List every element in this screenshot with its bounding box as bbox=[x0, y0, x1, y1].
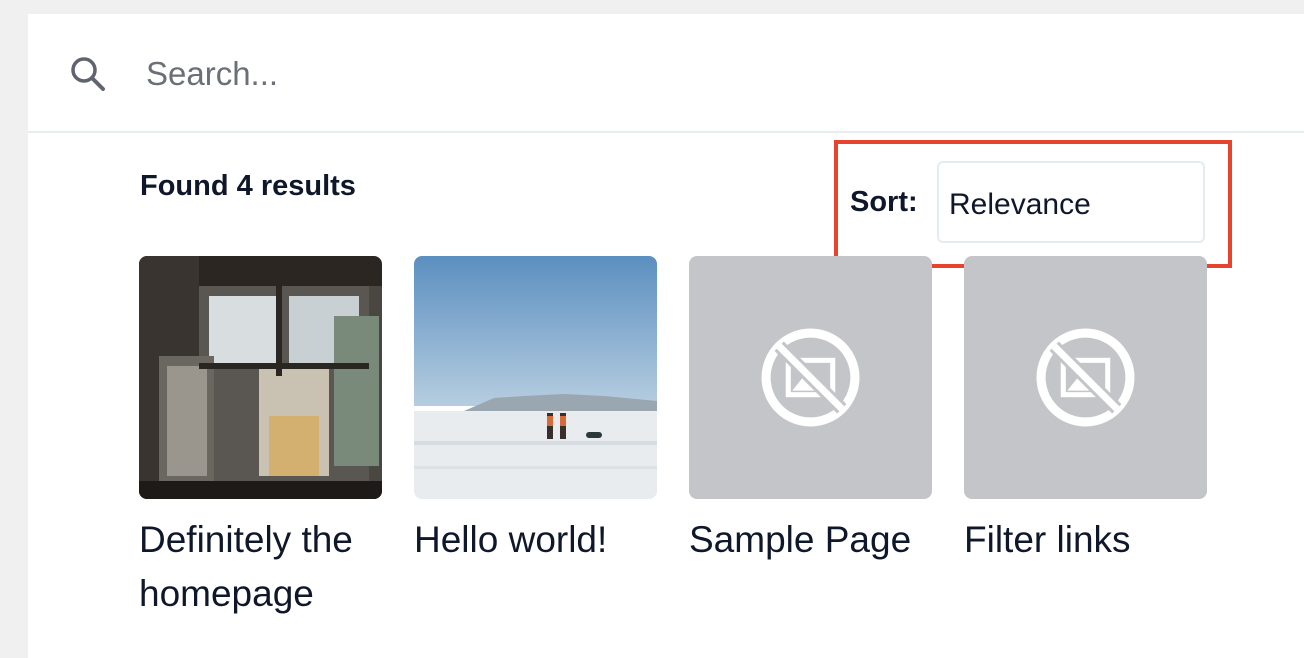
search-panel: Found 4 results Sort: Relevance bbox=[28, 14, 1304, 658]
sort-label: Sort: bbox=[850, 186, 918, 218]
card-title[interactable]: Hello world! bbox=[414, 513, 658, 567]
image-placeholder[interactable] bbox=[964, 256, 1207, 499]
result-card[interactable]: Sample Page bbox=[689, 256, 933, 567]
search-icon[interactable] bbox=[68, 54, 108, 94]
result-card[interactable]: Definitely the homepage bbox=[139, 256, 383, 621]
result-card[interactable]: Filter links bbox=[964, 256, 1208, 567]
window-photo[interactable] bbox=[139, 256, 382, 499]
no-image-icon bbox=[1036, 328, 1135, 427]
image-placeholder[interactable] bbox=[689, 256, 932, 499]
card-title[interactable]: Definitely the homepage bbox=[139, 513, 383, 621]
search-input[interactable] bbox=[146, 50, 846, 98]
results-count: Found 4 results bbox=[140, 170, 356, 202]
snowfield-photo[interactable] bbox=[414, 256, 657, 499]
result-card[interactable]: Hello world! bbox=[414, 256, 658, 567]
card-title[interactable]: Filter links bbox=[964, 513, 1208, 567]
search-bar bbox=[28, 14, 1304, 133]
sort-select[interactable]: Relevance bbox=[937, 161, 1205, 243]
card-title[interactable]: Sample Page bbox=[689, 513, 933, 567]
no-image-icon bbox=[761, 328, 860, 427]
